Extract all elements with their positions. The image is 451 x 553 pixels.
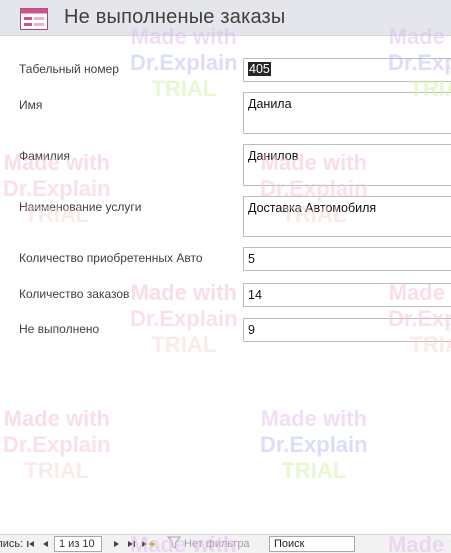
filter-label: Нет фильтра bbox=[184, 538, 250, 550]
watermark-line: Made with bbox=[260, 406, 367, 431]
label-service-name: Наименование услуги bbox=[19, 200, 142, 214]
record-position-field[interactable]: 1 из 10 bbox=[54, 536, 102, 552]
trial-watermark: Made with Dr.Explain TRIAL bbox=[260, 406, 368, 484]
watermark-line: TRIAL bbox=[151, 332, 217, 357]
watermark-line: TRIAL bbox=[281, 458, 347, 483]
previous-record-icon[interactable] bbox=[40, 538, 52, 550]
watermark-line: Dr.Explain bbox=[3, 432, 111, 457]
trial-watermark: Made with Dr.Explain TRIAL bbox=[3, 406, 111, 484]
not-completed-field[interactable]: 9 bbox=[243, 318, 451, 342]
trial-watermark: Made with Dr.Explain TRIAL bbox=[130, 280, 238, 358]
watermark-line: Dr.Explain bbox=[130, 306, 238, 331]
form-window: Не выполненые заказы Табельный номер 405… bbox=[0, 0, 451, 553]
filter-status[interactable]: Нет фильтра bbox=[166, 536, 250, 552]
last-name-field[interactable]: Данилов bbox=[243, 144, 451, 186]
watermark-line: TRIAL bbox=[24, 458, 90, 483]
first-record-icon[interactable] bbox=[25, 538, 37, 550]
last-record-icon[interactable] bbox=[125, 538, 137, 550]
new-record-icon[interactable] bbox=[140, 538, 156, 550]
service-name-field[interactable]: Доставка Автомобиля bbox=[243, 196, 451, 237]
employee-number-value: 405 bbox=[248, 62, 271, 76]
search-input[interactable]: Поиск bbox=[269, 536, 355, 552]
orders-count-field[interactable]: 14 bbox=[243, 283, 451, 307]
cars-purchased-field[interactable]: 5 bbox=[243, 247, 451, 271]
filter-icon bbox=[166, 536, 182, 552]
watermark-line: TRIAL bbox=[151, 76, 217, 101]
label-last-name: Фамилия bbox=[19, 149, 70, 163]
watermark-line: Dr.Explain bbox=[260, 432, 368, 457]
label-employee-number: Табельный номер bbox=[19, 62, 119, 76]
form-icon bbox=[20, 8, 48, 30]
watermark-line: Made with bbox=[130, 280, 237, 305]
watermark-line: Dr.Explain bbox=[3, 176, 111, 201]
page-title: Не выполненые заказы bbox=[64, 6, 286, 28]
first-name-field[interactable]: Данила bbox=[243, 92, 451, 134]
form-header: Не выполненые заказы bbox=[0, 0, 451, 36]
employee-number-field[interactable]: 405 bbox=[243, 58, 451, 82]
record-navigation-bar: Запись: 1 из 10 Нет фильтра Поиск bbox=[0, 534, 451, 553]
label-orders-count: Количество заказов bbox=[19, 287, 130, 301]
label-not-completed: Не выполнено bbox=[19, 322, 100, 336]
record-label: Запись: bbox=[0, 538, 24, 550]
label-cars-purchased: Количество приобретенных Авто bbox=[19, 251, 203, 265]
next-record-icon[interactable] bbox=[110, 538, 122, 550]
watermark-line: Made with bbox=[3, 406, 110, 431]
watermark-line: Dr.Explain bbox=[130, 50, 238, 75]
label-first-name: Имя bbox=[19, 98, 43, 112]
